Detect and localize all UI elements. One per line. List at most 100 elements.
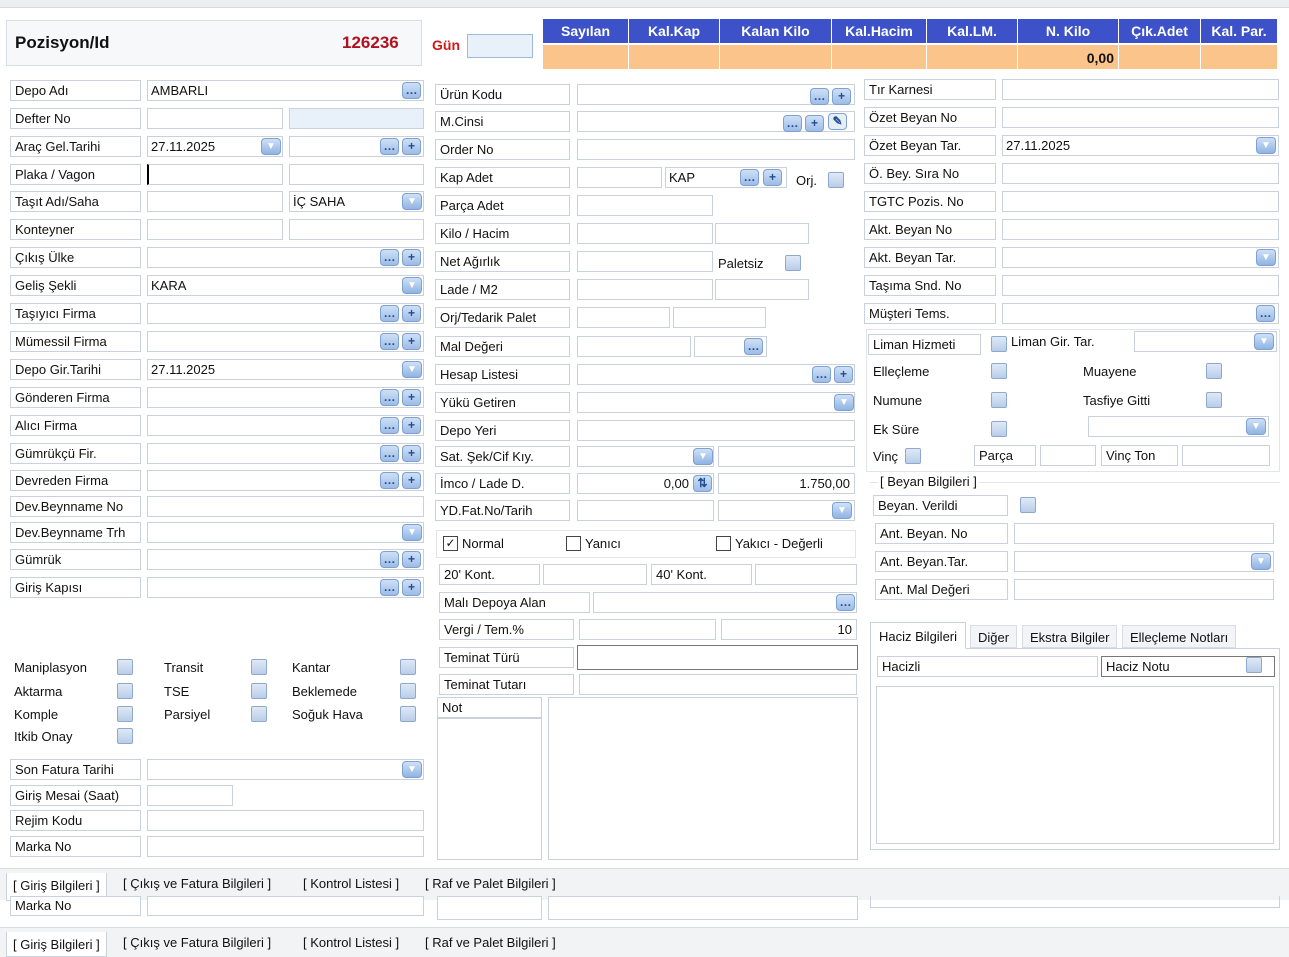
tab-raf-palet-2[interactable]: [ Raf ve Palet Bilgileri ] [420, 930, 561, 955]
ellecleme-checkbox[interactable] [991, 363, 1007, 379]
alici-lookup-button[interactable]: … [380, 417, 399, 434]
parca-adet-field[interactable] [577, 195, 713, 216]
tem-field[interactable]: 10 [721, 619, 857, 640]
tab-haciz-bilgileri[interactable]: Haciz Bilgileri [870, 622, 967, 649]
mumessil-lookup-button[interactable]: … [380, 333, 399, 350]
orj-palet-field[interactable] [577, 307, 670, 328]
tedarik-palet-field[interactable] [673, 307, 766, 328]
gelis-sekli-select[interactable]: KARA [147, 275, 424, 296]
tir-karnesi-field[interactable] [1002, 79, 1279, 100]
numune-checkbox[interactable] [991, 392, 1007, 408]
tasiyici-add-button[interactable]: + [402, 305, 421, 322]
net-agirlik-field[interactable] [577, 251, 713, 272]
paletsiz-checkbox[interactable] [785, 255, 801, 271]
dev-beyanname-trh-dropdown[interactable]: ▼ [402, 524, 422, 541]
tab-ellecleme-notlari[interactable]: Elleçleme Notları [1122, 625, 1237, 648]
tasiyici-lookup-button[interactable]: … [380, 305, 399, 322]
tasfiye-gitti-checkbox[interactable] [1206, 392, 1222, 408]
ek-sure-select[interactable] [1088, 416, 1269, 437]
flag-soguk-hava-checkbox[interactable] [400, 706, 416, 722]
defter-no-field[interactable] [147, 108, 283, 129]
giris-mesai-field[interactable] [147, 785, 233, 806]
devreden-lookup-button[interactable]: … [380, 472, 399, 489]
musteri-tems-field[interactable] [1002, 303, 1279, 324]
mali-depoya-alan-field[interactable] [593, 592, 857, 613]
flag-komple-checkbox[interactable] [117, 706, 133, 722]
gumruk-lookup-button[interactable]: … [380, 551, 399, 568]
ant-beyan-tar-field[interactable] [1014, 551, 1274, 572]
mal-degeri-lookup-button[interactable]: … [744, 338, 763, 355]
kilo-field[interactable] [577, 223, 713, 244]
flag-parsiyel-checkbox[interactable] [251, 706, 267, 722]
parca-field[interactable] [1040, 445, 1096, 466]
yuku-getiren-select[interactable] [577, 392, 855, 413]
konteyner-field[interactable] [147, 219, 283, 240]
tasima-snd-no-field[interactable] [1002, 275, 1279, 296]
giris-kapisi-add-button[interactable]: + [402, 579, 421, 596]
plaka-field[interactable] [147, 164, 283, 185]
kap-adet-field[interactable] [577, 167, 662, 188]
sat-sek-dropdown[interactable]: ▼ [693, 448, 713, 465]
akt-beyan-no-field[interactable] [1002, 219, 1279, 240]
plaka-extra-field[interactable] [289, 164, 424, 185]
kont40-field[interactable] [755, 564, 857, 585]
hacim-field[interactable] [715, 223, 809, 244]
tab-diger[interactable]: Diğer [970, 625, 1018, 648]
hacizli-checkbox[interactable] [1246, 657, 1262, 673]
saha-dropdown[interactable]: ▼ [402, 193, 422, 210]
depo-adi-lookup-button[interactable]: … [402, 82, 421, 99]
gumrukcu-lookup-button[interactable]: … [380, 445, 399, 462]
lade-field[interactable] [577, 279, 713, 300]
m-cinsi-add-button[interactable]: + [805, 115, 824, 132]
yanici-radio[interactable] [566, 536, 581, 551]
ant-beyan-no-field[interactable] [1014, 523, 1274, 544]
yuku-getiren-dropdown[interactable]: ▼ [834, 394, 854, 411]
liman-hizmeti-checkbox[interactable] [991, 336, 1007, 352]
flag-tse-checkbox[interactable] [251, 683, 267, 699]
depo-gir-tarihi-field[interactable]: 27.11.2025 [147, 359, 424, 380]
rejim-kodu-field[interactable] [147, 810, 424, 831]
muayene-checkbox[interactable] [1206, 363, 1222, 379]
akt-beyan-tar-field[interactable] [1002, 247, 1279, 268]
flag-maniplasyon-checkbox[interactable] [117, 659, 133, 675]
imco-spinner[interactable]: ⇅ [693, 475, 712, 492]
marka-no-field[interactable] [147, 836, 424, 857]
tasit-adi-field[interactable] [147, 191, 283, 212]
tab-ekstra-bilgiler[interactable]: Ekstra Bilgiler [1022, 625, 1118, 648]
not-side-area[interactable] [437, 718, 542, 860]
urun-kodu-lookup-button[interactable]: … [810, 88, 829, 105]
gumruk-add-button[interactable]: + [402, 551, 421, 568]
flag-kantar-checkbox[interactable] [400, 659, 416, 675]
kap-unit-lookup-button[interactable]: … [740, 169, 759, 186]
yd-fat-no-field[interactable] [577, 500, 714, 521]
defter-no-extra-field[interactable] [289, 108, 424, 129]
cikis-ulke-add-button[interactable]: + [402, 249, 421, 266]
haciz-notu-textarea[interactable] [876, 686, 1274, 844]
ozet-beyan-no-field[interactable] [1002, 107, 1279, 128]
vinc-checkbox[interactable] [905, 448, 921, 464]
hesap-listesi-lookup-button[interactable]: … [812, 366, 831, 383]
cikis-ulke-lookup-button[interactable]: … [380, 249, 399, 266]
alici-add-button[interactable]: + [402, 417, 421, 434]
akt-beyan-tar-dropdown[interactable]: ▼ [1256, 249, 1276, 266]
arac-gel-lookup-button[interactable]: … [380, 138, 399, 155]
tgtc-pozis-no-field[interactable] [1002, 191, 1279, 212]
liman-gir-tar-dropdown[interactable]: ▼ [1254, 333, 1274, 350]
dev-beyanname-trh-field[interactable] [147, 522, 424, 543]
tab-kontrol-listesi[interactable]: [ Kontrol Listesi ] [298, 871, 404, 896]
vergi-field[interactable] [579, 619, 716, 640]
teminat-turu-field[interactable] [577, 645, 858, 670]
vinc-ton-field[interactable] [1182, 445, 1270, 466]
giris-kapisi-lookup-button[interactable]: … [380, 579, 399, 596]
ozet-beyan-tar-dropdown[interactable]: ▼ [1256, 137, 1276, 154]
o-bey-sira-no-field[interactable] [1002, 163, 1279, 184]
gonderen-lookup-button[interactable]: … [380, 389, 399, 406]
tab-kontrol-listesi-2[interactable]: [ Kontrol Listesi ] [298, 930, 404, 955]
yakici-radio[interactable] [716, 536, 731, 551]
orj-checkbox[interactable] [828, 172, 844, 188]
ek-sure-checkbox[interactable] [991, 421, 1007, 437]
lade-d-field[interactable]: 1.750,00 [718, 473, 855, 494]
musteri-tems-lookup-button[interactable]: … [1256, 305, 1275, 322]
tab-giris-bilgileri-2[interactable]: [ Giriş Bilgileri ] [6, 932, 107, 957]
depo-adi-field[interactable]: AMBARLI [147, 80, 424, 101]
